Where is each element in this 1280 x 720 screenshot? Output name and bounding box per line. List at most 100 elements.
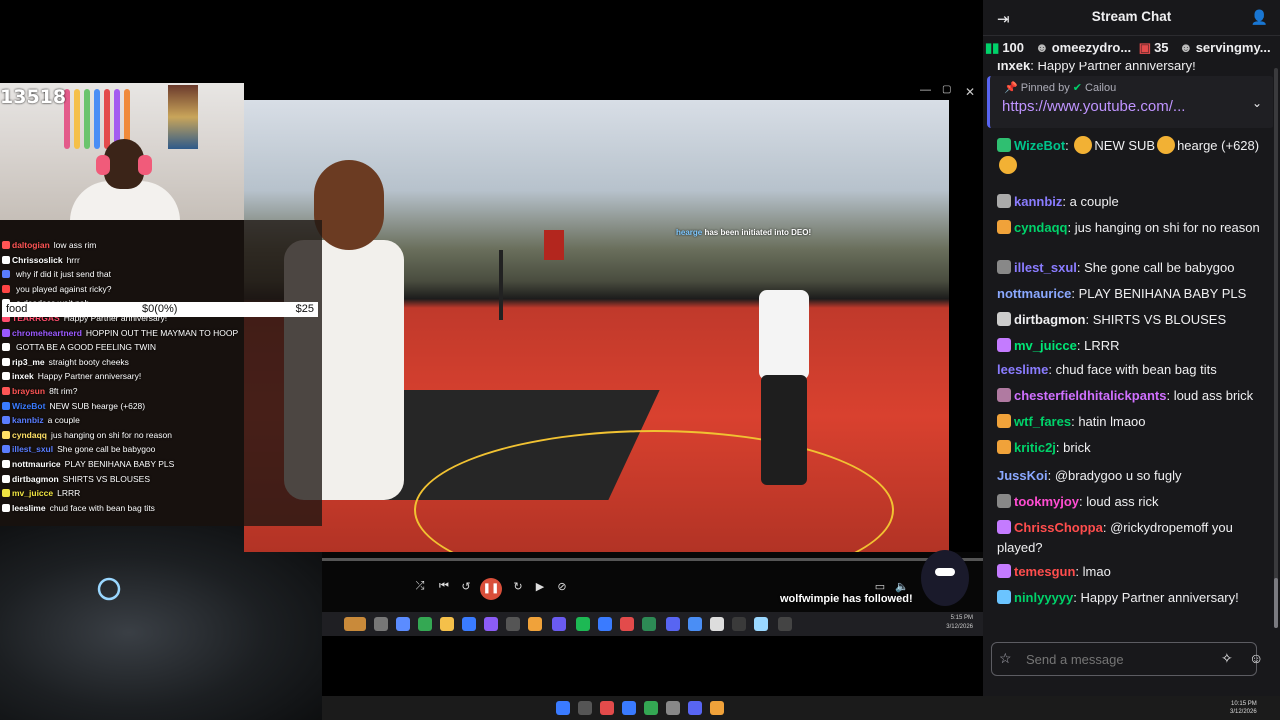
shuffle-icon[interactable]: ⤮ — [412, 580, 428, 593]
chat-scrollbar[interactable] — [1274, 68, 1278, 628]
os-clock-time: 10:15 PM — [1231, 701, 1257, 707]
leaderboard-item[interactable]: ☻ omeezydro... ▣ 35 — [1035, 40, 1169, 56]
overlay-username: kannbiz — [12, 415, 44, 426]
basketball-video[interactable] — [244, 100, 949, 552]
chevron-down-icon[interactable]: ⌄ — [1252, 96, 1262, 110]
pin-icon: 📌 — [1004, 82, 1018, 94]
user-badge-icon[interactable] — [997, 260, 1011, 274]
app-icon — [688, 617, 702, 631]
restore-icon[interactable]: ▢ — [942, 84, 951, 95]
miniplayer-icon[interactable]: ▭ — [872, 580, 888, 593]
chat-username[interactable]: tookmyjoy — [1014, 494, 1079, 509]
overlay-username: dirtbagmon — [12, 473, 59, 484]
chat-username[interactable]: ninlyyyyy — [1014, 590, 1073, 605]
pinned-link[interactable]: https://www.youtube.com/... — [1002, 98, 1185, 115]
next-icon[interactable]: ▶ — [532, 580, 548, 593]
bits-icon[interactable]: ✧ — [1221, 650, 1233, 667]
minimize-icon[interactable]: — — [920, 84, 931, 96]
chat-settings-icon[interactable]: ☆ — [999, 650, 1012, 667]
chat-username[interactable]: wtf_fares — [1014, 414, 1071, 429]
close-icon[interactable]: ✕ — [965, 85, 975, 99]
chat-username[interactable]: WizeBot — [1014, 138, 1065, 153]
chat-username[interactable]: inxek — [997, 62, 1030, 73]
overlay-chat: daltogian low ass rim Chrissoslick hrrr why … — [0, 220, 322, 526]
leaderboard-item[interactable]: ☻ servingmy... — [1179, 40, 1271, 55]
user-badge-icon[interactable] — [997, 564, 1011, 578]
user-badge-icon[interactable] — [997, 312, 1011, 326]
user-badge-icon[interactable] — [997, 220, 1011, 234]
chrome-icon[interactable] — [710, 701, 724, 715]
user-badge-icon[interactable] — [997, 338, 1011, 352]
chat-badge-icon — [2, 343, 10, 352]
chat-username[interactable]: temesgun — [1014, 564, 1075, 579]
start-icon[interactable] — [556, 701, 570, 715]
leaderboard-item[interactable]: ▮▮ 100 — [985, 40, 1024, 56]
search-icon[interactable] — [578, 701, 592, 715]
chat-username[interactable]: cyndaqq — [1014, 220, 1067, 235]
chat-username[interactable]: leeslime — [997, 362, 1048, 377]
chat-message: illest_sxul: She gone call be babygoo — [997, 258, 1267, 278]
edge-icon[interactable] — [622, 701, 636, 715]
community-icon[interactable]: 👤 — [1251, 9, 1268, 26]
chat-username[interactable]: chesterfieldhitalickpants — [1014, 388, 1166, 403]
stream-player[interactable]: 13518 daltogian low ass rim Chrissoslick hr… — [0, 0, 983, 720]
app-icon — [462, 617, 476, 631]
chat-text: jus hanging on shi for no reason — [1074, 220, 1260, 235]
emote-picker-icon[interactable]: ☺ — [1249, 650, 1263, 666]
chat-text: Happy Partner anniversary! — [1080, 590, 1239, 605]
app-icon — [620, 617, 634, 631]
user-badge-icon[interactable] — [997, 388, 1011, 402]
user-badge-icon[interactable] — [997, 414, 1011, 428]
avatar-icon: ☻ — [1179, 40, 1193, 55]
pinned-message[interactable]: 📌 Pinned by ✔ Cailou https://www.youtube… — [987, 76, 1273, 128]
previous-icon[interactable]: ⏮ — [436, 580, 452, 593]
progress-bar[interactable] — [322, 558, 983, 561]
scrollbar-thumb[interactable] — [1274, 578, 1278, 628]
chat-username[interactable]: illest_sxul — [1014, 260, 1077, 275]
user-badge-icon[interactable] — [997, 590, 1011, 604]
chat-username[interactable]: nottmaurice — [997, 286, 1071, 301]
leaderboard-user: omeezydro... — [1051, 40, 1132, 55]
teams-icon — [552, 617, 566, 631]
skateboard-decor — [94, 89, 100, 149]
discord-icon[interactable] — [688, 701, 702, 715]
app-icon — [396, 617, 410, 631]
chat-badge-icon — [2, 284, 10, 293]
chat-input[interactable] — [991, 642, 1257, 676]
pause-button[interactable]: ❚❚ — [480, 578, 502, 600]
app-icon — [344, 617, 366, 631]
chrome-icon[interactable] — [644, 701, 658, 715]
app-icon[interactable] — [600, 701, 614, 715]
volume-icon[interactable]: 🔈 — [894, 580, 910, 593]
chat-username[interactable]: kannbiz — [1014, 194, 1062, 209]
chat-username[interactable]: dirtbagmon — [1014, 312, 1086, 327]
chat-text: loud ass brick — [1173, 388, 1254, 403]
skateboard-decor — [104, 89, 110, 149]
chat-badge-icon — [2, 503, 10, 512]
chat-title: Stream Chat — [1091, 9, 1172, 24]
chat-username[interactable]: kritic2j — [1014, 440, 1056, 455]
rewind-icon[interactable]: ↺ — [458, 580, 474, 593]
repeat-off-icon[interactable]: ⊘ — [554, 580, 570, 593]
forward-icon[interactable]: ↻ — [510, 580, 526, 593]
goal-progress: $0(0%) — [142, 303, 178, 315]
app-icon[interactable] — [666, 701, 680, 715]
avatar-icon: ☻ — [1035, 40, 1049, 55]
user-badge-icon[interactable] — [997, 520, 1011, 534]
mascot-avatar — [921, 550, 969, 606]
app-icon — [710, 617, 724, 631]
user-badge-icon[interactable] — [997, 440, 1011, 454]
overlay-chat-line: cyndaqq jus hanging on shi for no reason — [2, 430, 172, 440]
overlay-chat-line: inxek Happy Partner anniversary! — [2, 371, 141, 381]
gift-leaderboard[interactable]: ▮▮ 100 ☻ omeezydro... ▣ 35 ☻ servingmy... — [983, 37, 1280, 61]
chat-badge-icon — [2, 489, 10, 498]
user-badge-icon[interactable] — [997, 194, 1011, 208]
user-badge-icon[interactable] — [997, 494, 1011, 508]
user-badge-icon[interactable] — [997, 138, 1011, 152]
chat-username[interactable]: mv_juicce — [1014, 338, 1077, 353]
overlay-chat-line: daltogian low ass rim — [2, 240, 96, 250]
chat-username[interactable]: ChrissChoppa — [1014, 520, 1103, 535]
chat-username[interactable]: JussKoi — [997, 468, 1048, 483]
chat-message-list[interactable]: inxek: Happy Partner anniversary! 📌 Pinn… — [983, 62, 1273, 632]
os-taskbar: 10:15 PM 3/12/2026 — [322, 696, 1280, 720]
